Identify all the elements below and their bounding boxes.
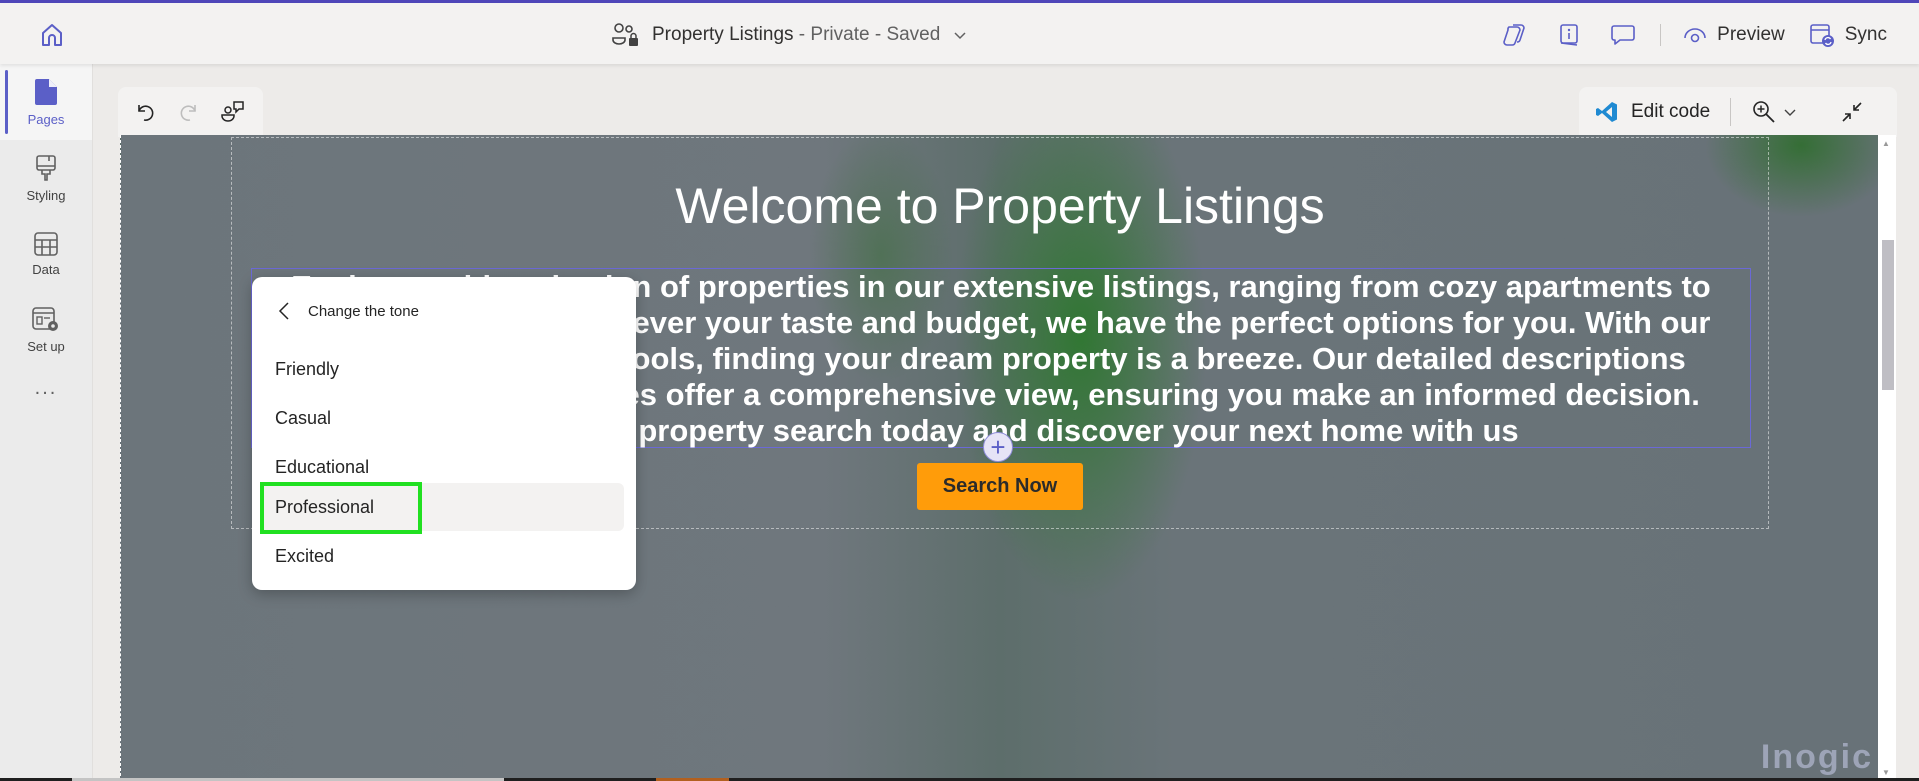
menu-back-button[interactable]: Change the tone — [278, 301, 419, 321]
sidebar-item-pages[interactable]: Pages — [0, 64, 92, 140]
scroll-down-arrow-icon[interactable]: ▼ — [1882, 768, 1890, 777]
app-title: Property Listings — [652, 24, 794, 45]
person-feedback-icon — [221, 101, 244, 122]
sidebar-item-setup[interactable]: Set up — [0, 292, 92, 368]
change-tone-menu: Change the tone Friendly Casual Educatio… — [252, 277, 636, 590]
canvas-toolbar-right: Edit code — [1579, 87, 1897, 137]
sidebar-item-styling[interactable]: Styling — [0, 140, 92, 216]
tone-option-casual[interactable]: Casual — [260, 394, 624, 442]
copilot-icon — [1503, 24, 1525, 46]
title-separator: - — [793, 24, 811, 45]
app-title-dropdown[interactable]: Property Listings - Private - Saved — [612, 21, 968, 49]
preview-button[interactable]: Preview — [1683, 24, 1785, 46]
page-icon — [35, 78, 57, 105]
sidebar-item-label: Data — [32, 261, 60, 277]
chevron-down-icon — [1784, 109, 1796, 116]
redo-button[interactable] — [176, 99, 202, 125]
preview-label: Preview — [1717, 24, 1785, 45]
collapse-button[interactable] — [1839, 99, 1865, 125]
copilot-button[interactable] — [1500, 20, 1530, 50]
header-divider — [1660, 24, 1662, 46]
comment-icon — [1611, 25, 1635, 45]
more-options-button[interactable]: ... — [0, 368, 92, 408]
title-separator: - — [869, 24, 887, 45]
sidebar-item-label: Styling — [26, 187, 66, 203]
paintbrush-icon — [36, 154, 56, 181]
zoom-button[interactable] — [1751, 99, 1777, 125]
sync-icon — [1809, 24, 1834, 47]
header-actions: Preview Sync — [1488, 17, 1899, 53]
chevron-down-icon — [954, 32, 966, 40]
watermark: Inogic — [1760, 738, 1873, 776]
canvas-scrollbar[interactable]: ▲ ▼ — [1878, 135, 1896, 781]
hero-heading[interactable]: Welcome to Property Listings — [121, 177, 1879, 235]
vscode-icon — [1596, 102, 1617, 122]
sidebar-item-label: Set up — [27, 338, 65, 354]
scroll-up-arrow-icon[interactable]: ▲ — [1882, 139, 1890, 148]
menu-title: Change the tone — [308, 302, 419, 320]
settings-window-icon — [32, 306, 58, 331]
redo-icon — [180, 105, 196, 121]
save-state-label: Saved — [886, 24, 941, 45]
edit-code-button[interactable]: Edit code — [1595, 100, 1710, 124]
table-icon — [34, 231, 58, 256]
sync-button[interactable]: Sync — [1809, 22, 1887, 48]
chevron-left-icon — [278, 302, 289, 320]
sync-label: Sync — [1844, 24, 1887, 45]
minimize-arrows-icon — [1842, 102, 1862, 122]
search-now-button[interactable]: Search Now — [917, 463, 1083, 510]
eye-icon — [1684, 28, 1706, 43]
more-icon: ... — [34, 376, 58, 399]
people-lock-icon — [612, 23, 638, 46]
home-button[interactable] — [38, 21, 66, 49]
undo-icon — [138, 105, 154, 121]
add-component-button[interactable]: + — [983, 432, 1013, 462]
tone-option-excited[interactable]: Excited — [260, 532, 624, 580]
info-book-icon — [1560, 24, 1578, 46]
home-icon — [42, 24, 62, 46]
edit-code-label: Edit code — [1631, 101, 1711, 122]
tone-option-professional[interactable]: Professional — [260, 483, 624, 531]
app-header: Property Listings - Private - Saved Prev… — [0, 3, 1919, 64]
feedback-button[interactable] — [220, 99, 246, 125]
left-sidebar: Pages Styling Data Set up ... — [0, 64, 93, 781]
visibility-label: Private — [810, 24, 870, 45]
tone-option-friendly[interactable]: Friendly — [260, 345, 624, 393]
canvas-toolbar-left — [118, 87, 263, 137]
zoom-dropdown[interactable] — [1777, 99, 1803, 125]
scrollbar-thumb[interactable] — [1882, 240, 1894, 390]
sidebar-item-data[interactable]: Data — [0, 216, 92, 292]
info-book-button[interactable] — [1554, 20, 1584, 50]
zoom-in-icon — [1753, 101, 1775, 123]
comments-button[interactable] — [1608, 20, 1638, 50]
sidebar-item-label: Pages — [27, 111, 65, 127]
toolbar-divider — [1730, 98, 1732, 126]
undo-button[interactable] — [132, 99, 158, 125]
